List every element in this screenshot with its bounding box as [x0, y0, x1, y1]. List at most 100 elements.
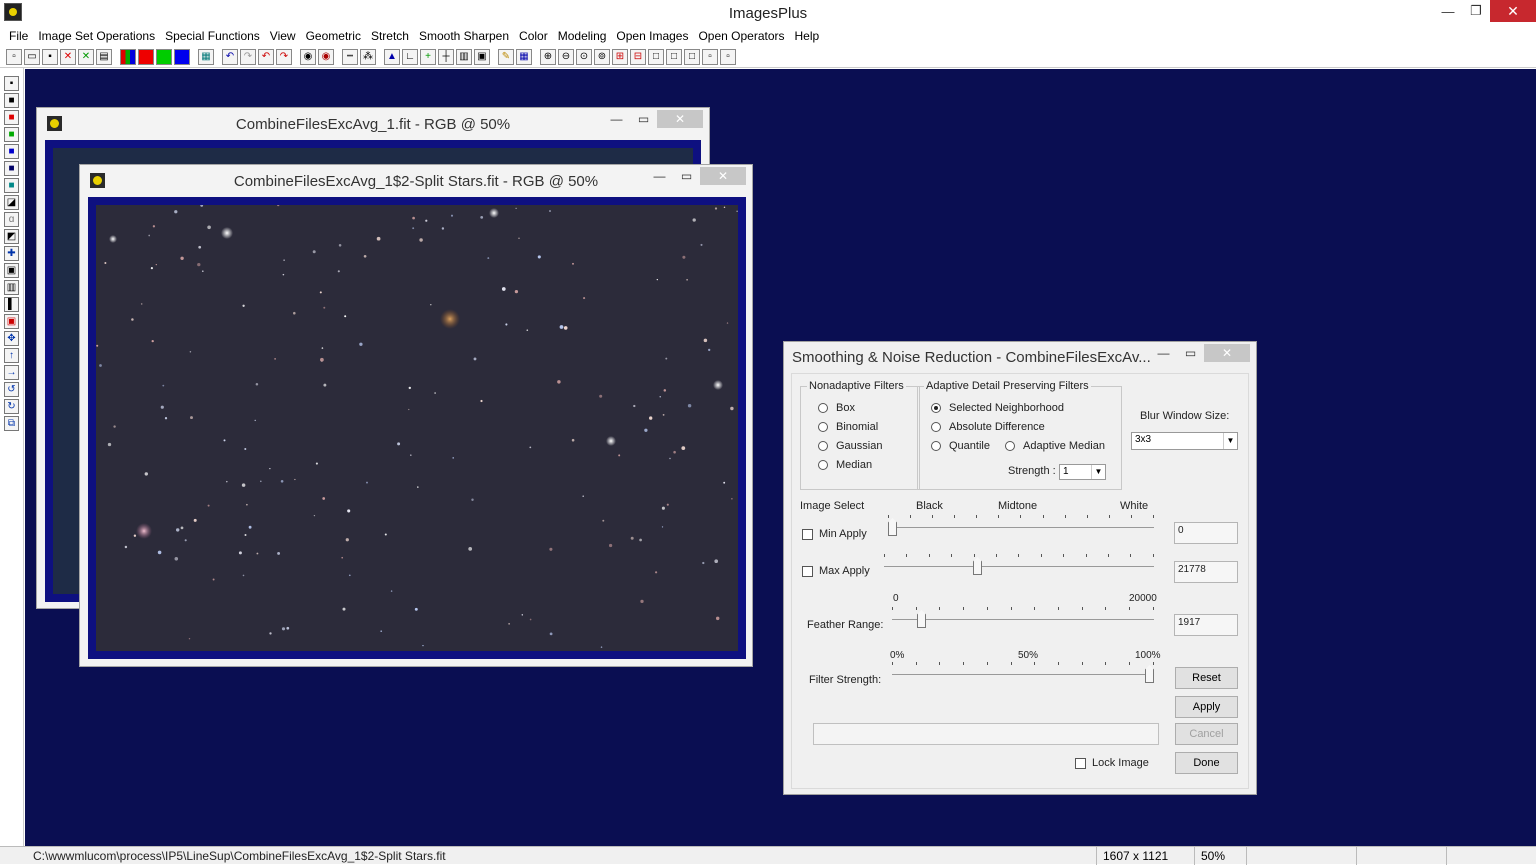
lock-image-checkbox[interactable]: Lock Image: [1075, 757, 1149, 769]
dialog-titlebar[interactable]: Smoothing & Noise Reduction - CombineFil…: [784, 342, 1256, 372]
open-folder-icon[interactable]: ▭: [24, 49, 40, 65]
radio-gaussian[interactable]: Gaussian: [818, 440, 882, 452]
menu-color[interactable]: Color: [514, 29, 553, 43]
menu-open-operators[interactable]: Open Operators: [693, 29, 789, 43]
rotate-left-icon[interactable]: ↺: [4, 382, 19, 397]
feather-range-thumb[interactable]: [917, 610, 926, 628]
menu-smooth-sharpen[interactable]: Smooth Sharpen: [414, 29, 514, 43]
radio-adaptive-median[interactable]: Adaptive Median: [1005, 440, 1105, 452]
gamma-icon[interactable]: ɑ: [4, 212, 19, 227]
radio-absolute-difference[interactable]: Absolute Difference: [931, 421, 1045, 433]
red-channel-icon[interactable]: [138, 49, 154, 65]
rgb-channels-icon[interactable]: [120, 49, 136, 65]
radio-box[interactable]: Box: [818, 402, 855, 414]
restore-button[interactable]: ❐: [1462, 0, 1490, 22]
dialog-close[interactable]: ✕: [1204, 344, 1250, 362]
feather-range-input[interactable]: 1917: [1174, 614, 1238, 636]
menu-file[interactable]: File: [4, 29, 33, 43]
max-apply-slider[interactable]: [884, 552, 1154, 582]
menu-help[interactable]: Help: [790, 29, 825, 43]
dark-blue-square-icon[interactable]: ■: [4, 161, 19, 176]
apply-button[interactable]: Apply: [1175, 696, 1238, 718]
black-square-icon[interactable]: ■: [4, 93, 19, 108]
feather-range-slider[interactable]: [892, 605, 1154, 635]
undo-icon[interactable]: ↶: [222, 49, 238, 65]
radio-binomial[interactable]: Binomial: [818, 421, 878, 433]
points-icon[interactable]: ⁂: [360, 49, 376, 65]
dialog-minimize[interactable]: —: [1150, 344, 1177, 362]
redo-all-icon[interactable]: ↷: [276, 49, 292, 65]
image-window-back-titlebar[interactable]: CombineFilesExcAvg_1.fit - RGB @ 50% — ▭…: [37, 108, 709, 138]
frame-large-icon[interactable]: □: [648, 49, 664, 65]
image-window-front-minimize[interactable]: —: [646, 167, 673, 185]
table-icon[interactable]: ▥: [456, 49, 472, 65]
image-window-front[interactable]: CombineFilesExcAvg_1$2-Split Stars.fit -…: [79, 164, 753, 667]
save-small-icon[interactable]: ▪: [4, 76, 19, 91]
curve-icon[interactable]: ∟: [402, 49, 418, 65]
image-window-back-maximize[interactable]: ▭: [630, 110, 657, 128]
zoom-out-icon[interactable]: ⊖: [558, 49, 574, 65]
histogram-icon[interactable]: ▲: [384, 49, 400, 65]
radio-quantile[interactable]: Quantile: [931, 440, 990, 452]
close-button[interactable]: ✕: [1490, 0, 1536, 22]
star-select-icon[interactable]: ◉: [300, 49, 316, 65]
menu-geometric[interactable]: Geometric: [301, 29, 366, 43]
blue-square-icon[interactable]: ■: [4, 144, 19, 159]
red-square-icon[interactable]: ■: [4, 110, 19, 125]
green-channel-icon[interactable]: [156, 49, 172, 65]
print-icon[interactable]: ▤: [96, 49, 112, 65]
dialog-maximize[interactable]: ▭: [1177, 344, 1204, 362]
radio-median[interactable]: Median: [818, 459, 872, 471]
image-window-back-close[interactable]: ✕: [657, 110, 703, 128]
matrix-icon[interactable]: ▦: [516, 49, 532, 65]
menu-image-set-operations[interactable]: Image Set Operations: [33, 29, 160, 43]
image-canvas-front[interactable]: [88, 197, 746, 659]
max-apply-input[interactable]: 21778: [1174, 561, 1238, 583]
star-mask-icon[interactable]: ◉: [318, 49, 334, 65]
image-window-front-maximize[interactable]: ▭: [673, 167, 700, 185]
menu-modeling[interactable]: Modeling: [553, 29, 612, 43]
blur-window-select[interactable]: 3x3 ▼: [1131, 432, 1238, 450]
copy-icon[interactable]: ⧉: [4, 416, 19, 431]
levels-icon[interactable]: ▥: [4, 280, 19, 295]
grid-icon[interactable]: ▦: [198, 49, 214, 65]
image-info-icon[interactable]: ▣: [474, 49, 490, 65]
save-icon[interactable]: ▪: [42, 49, 58, 65]
red-frame-icon[interactable]: ▣: [4, 314, 19, 329]
zoom-minus-red-icon[interactable]: ⊟: [630, 49, 646, 65]
redo-icon[interactable]: ↷: [240, 49, 256, 65]
max-apply-thumb[interactable]: [973, 557, 982, 575]
mono-square-icon[interactable]: ◪: [4, 195, 19, 210]
minimize-button[interactable]: —: [1434, 0, 1462, 22]
radio-selected-neighborhood[interactable]: Selected Neighborhood: [931, 402, 1064, 414]
menu-view[interactable]: View: [265, 29, 301, 43]
dotted-line-icon[interactable]: ┅: [342, 49, 358, 65]
max-apply-checkbox[interactable]: Max Apply: [802, 565, 870, 577]
reset-button[interactable]: Reset: [1175, 667, 1238, 689]
min-apply-checkbox[interactable]: Min Apply: [802, 528, 867, 540]
frame-select-icon[interactable]: ▣: [4, 263, 19, 278]
image-window-front-titlebar[interactable]: CombineFilesExcAvg_1$2-Split Stars.fit -…: [80, 165, 752, 195]
strength-select[interactable]: 1 ▼: [1059, 464, 1106, 480]
menu-special-functions[interactable]: Special Functions: [160, 29, 265, 43]
menu-stretch[interactable]: Stretch: [366, 29, 414, 43]
menu-open-images[interactable]: Open Images: [611, 29, 693, 43]
arrow-right-icon[interactable]: →: [4, 365, 19, 380]
close-green-icon[interactable]: ✕: [78, 49, 94, 65]
zoom-actual-icon[interactable]: ⊚: [594, 49, 610, 65]
image-window-back-minimize[interactable]: —: [603, 110, 630, 128]
min-apply-slider[interactable]: [888, 513, 1154, 543]
plus-blue-icon[interactable]: ✚: [4, 246, 19, 261]
gradient-icon[interactable]: ◩: [4, 229, 19, 244]
filter-strength-thumb[interactable]: [1145, 665, 1154, 683]
frame-xsmall-icon[interactable]: ▫: [702, 49, 718, 65]
min-apply-input[interactable]: 0: [1174, 522, 1238, 544]
min-apply-thumb[interactable]: [888, 518, 897, 536]
undo-all-icon[interactable]: ↶: [258, 49, 274, 65]
frame-small-icon[interactable]: □: [684, 49, 700, 65]
zoom-in-icon[interactable]: ⊕: [540, 49, 556, 65]
image-window-front-close[interactable]: ✕: [700, 167, 746, 185]
frame-medium-icon[interactable]: □: [666, 49, 682, 65]
zoom-fit-icon[interactable]: ⊙: [576, 49, 592, 65]
new-file-icon[interactable]: ▫: [6, 49, 22, 65]
